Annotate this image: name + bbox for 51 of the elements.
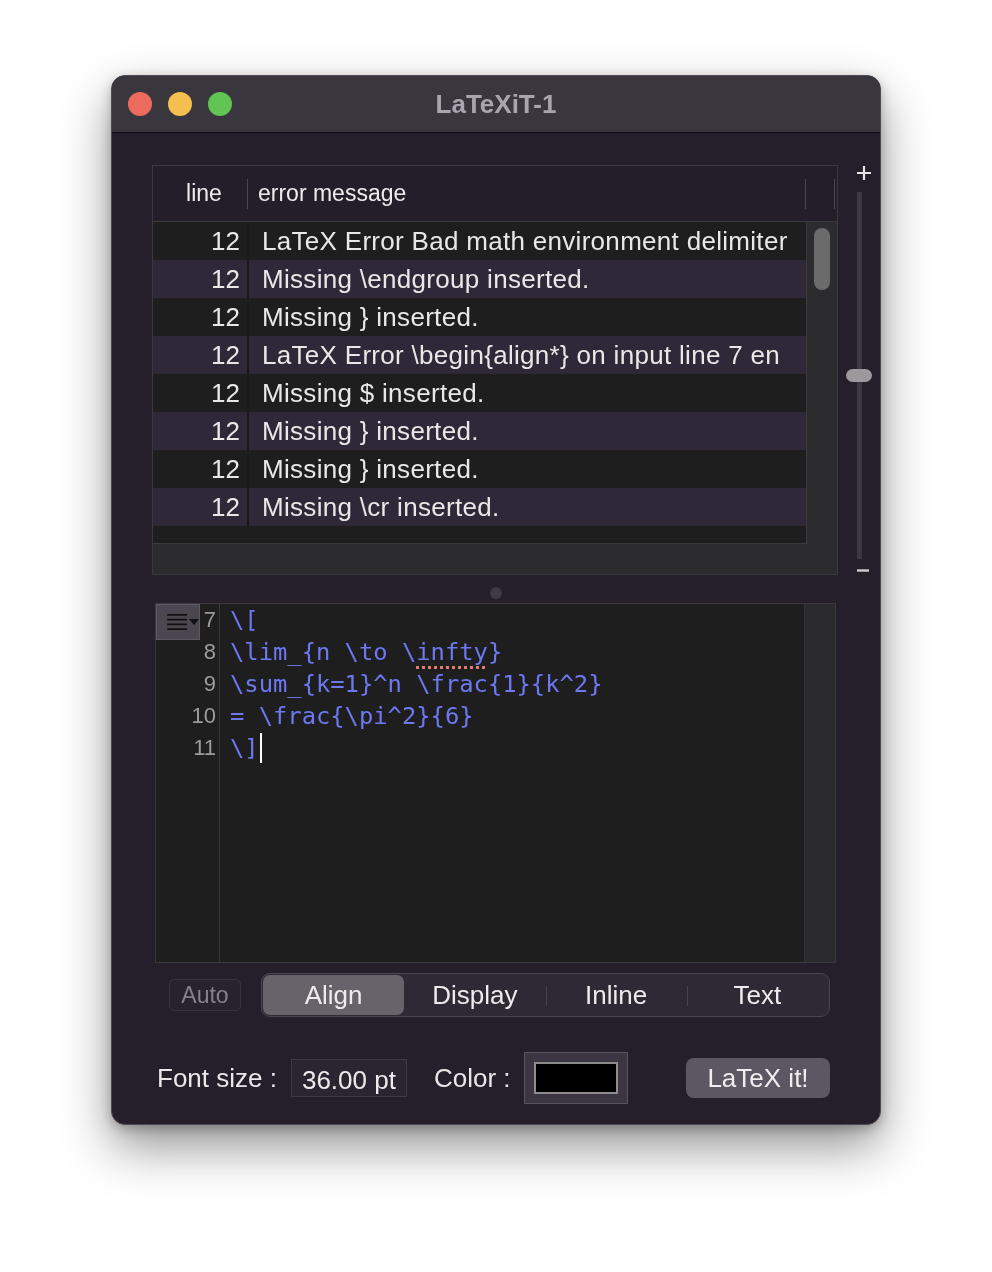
code-line: \[ [230,605,259,636]
scrollbar-thumb[interactable] [814,228,830,290]
splitter-handle[interactable] [490,587,502,599]
plus-icon[interactable] [856,166,871,180]
error-row[interactable]: 12 Missing } inserted. [153,298,806,336]
zoom-button[interactable] [208,92,232,116]
mode-segment[interactable]: Inline [545,975,687,1015]
error-row[interactable]: 12 Missing \cr inserted. [153,488,806,526]
code-line: \sum_{k=1}^n \frac{1}{k^2} [230,669,603,700]
font-size-field[interactable]: 36.00 pt [290,1059,407,1097]
line-number: 7 [203,606,217,634]
error-row[interactable]: 12 Missing } inserted. [153,450,806,488]
line-number: 10 [191,702,217,730]
code-line: \] [230,733,259,764]
window-title: LaTeXiT-1 [435,88,557,120]
line-number-cell-text: 12 [210,453,241,486]
minimize-button[interactable] [168,92,192,116]
error-row[interactable]: 12 Missing \endgroup inserted. [153,260,806,298]
gutter-menu-button[interactable] [156,604,200,640]
caret-icon [189,619,199,625]
line-number: 8 [203,638,217,666]
column-header[interactable]: error message [248,180,805,207]
error-row[interactable]: 12 LaTeX Error \begin{align*} on input line 7 en [153,336,806,374]
code-editor[interactable]: 7 8 9 10 11 \[ \lim_{n \to \infty} \sum_{k=1}^n \frac{1}{k^2} = \frac{\pi^2}{6} \] [155,603,836,963]
font-size-label: Font size : [157,1062,277,1094]
line-number-cell-text: 12 [210,263,241,296]
error-row[interactable]: 12 LaTeX Error Bad math environment delimiter [153,222,806,260]
code-line: \lim_{n \to \infty} [230,637,503,668]
close-button[interactable] [128,92,152,116]
line-number-cell-text: 12 [210,339,241,372]
mode-segment[interactable]: Display [404,975,546,1015]
error-row[interactable]: 12 Missing $ inserted. [153,374,806,412]
error-row[interactable]: 12 Missing } inserted. [153,412,806,450]
latex-it-button[interactable]: LaTeX it! [686,1058,830,1098]
list-icon [167,613,187,631]
color-well[interactable] [523,1052,628,1104]
mode-segment[interactable]: Text [686,975,828,1015]
code-line: = \frac{\pi^2}{6} [230,701,474,732]
line-number: 11 [193,734,217,762]
line-number-cell-text: 12 [210,491,241,524]
line-number-cell-text: 12 [210,225,241,258]
column-header[interactable]: line [153,180,247,207]
minus-icon[interactable] [856,569,869,572]
line-number-cell-text: 12 [210,377,241,410]
line-number-cell-text: 12 [210,415,241,448]
slider-thumb[interactable] [845,369,872,382]
editor-scrollbar[interactable] [804,604,835,962]
line-number-cell-text: 12 [210,301,241,334]
mode-segment[interactable]: Align [263,975,405,1015]
line-number: 9 [203,670,217,698]
color-label: Color : [433,1062,511,1094]
